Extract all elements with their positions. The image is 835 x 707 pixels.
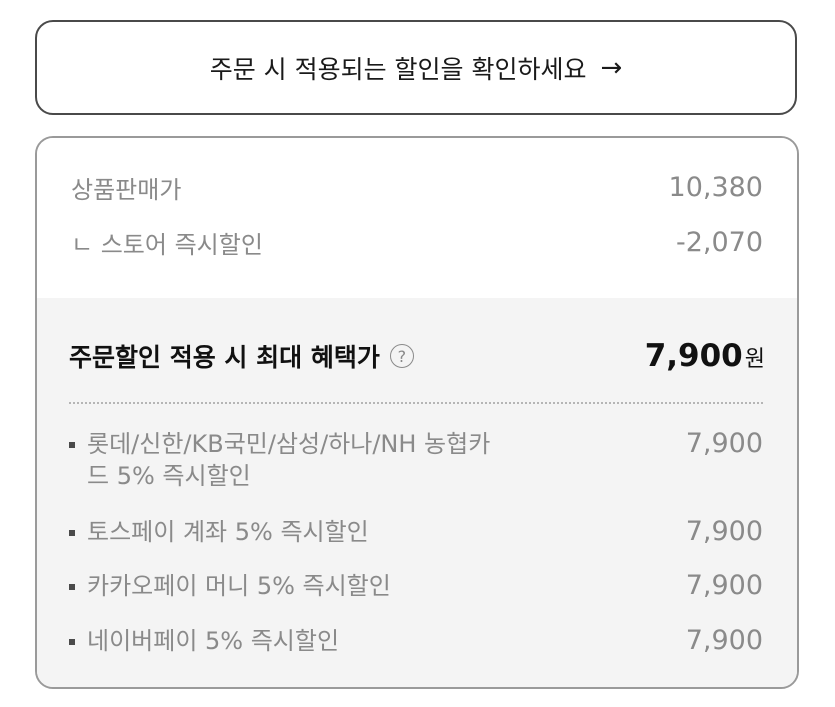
discount-amount: 7,900 bbox=[685, 625, 763, 656]
discount-name: 네이버페이 5% 즉시할인 bbox=[87, 627, 340, 655]
bullet-icon bbox=[69, 639, 75, 645]
max-benefit-value: 7,900 원 bbox=[645, 338, 765, 374]
product-price-row: 상품판매가 10,380 bbox=[71, 170, 763, 205]
help-icon[interactable]: ? bbox=[389, 344, 414, 368]
max-benefit-label: 주문할인 적용 시 최대 혜택가 bbox=[69, 343, 380, 372]
discount-name: 카카오페이 머니 5% 즉시할인 bbox=[87, 572, 391, 600]
discount-name: 롯데/신한/KB국민/삼성/하나/NH 농협카드 5% 즉시할인 bbox=[87, 430, 491, 490]
discount-amount: 7,900 bbox=[685, 516, 763, 547]
max-benefit-section: 주문할인 적용 시 최대 혜택가 ? 7,900 원 롯데/신한/KB국민/삼성… bbox=[37, 298, 797, 687]
price-summary-section: 상품판매가 10,380 ㄴ 스토어 즉시할인 -2,070 bbox=[37, 138, 797, 298]
product-price-value: 10,380 bbox=[668, 172, 763, 203]
confirm-discount-button[interactable]: 주문 시 적용되는 할인을 확인하세요 → bbox=[35, 20, 797, 115]
confirm-discount-label: 주문 시 적용되는 할인을 확인하세요 bbox=[209, 54, 587, 84]
discount-item: 롯데/신한/KB국민/삼성/하나/NH 농협카드 5% 즉시할인 7,900 bbox=[69, 428, 763, 492]
max-benefit-heading: 주문할인 적용 시 최대 혜택가 ? bbox=[69, 338, 414, 374]
discount-name: 토스페이 계좌 5% 즉시할인 bbox=[87, 518, 369, 546]
discount-amount: 7,900 bbox=[685, 570, 763, 601]
bullet-icon bbox=[69, 530, 75, 536]
store-discount-row: ㄴ 스토어 즉시할인 -2,070 bbox=[71, 225, 763, 260]
arrow-right-icon: → bbox=[600, 52, 623, 83]
price-detail-panel: 상품판매가 10,380 ㄴ 스토어 즉시할인 -2,070 주문할인 적용 시… bbox=[35, 136, 799, 689]
max-benefit-price: 7,900 bbox=[644, 338, 743, 374]
discount-item: 카카오페이 머니 5% 즉시할인 7,900 bbox=[69, 570, 763, 602]
dotted-divider bbox=[69, 402, 763, 404]
bullet-icon bbox=[69, 442, 75, 448]
max-benefit-row: 주문할인 적용 시 최대 혜택가 ? 7,900 원 bbox=[69, 338, 765, 374]
discount-item: 네이버페이 5% 즉시할인 7,900 bbox=[69, 625, 763, 657]
store-discount-label: ㄴ 스토어 즉시할인 bbox=[71, 231, 263, 259]
discount-amount: 7,900 bbox=[685, 428, 763, 459]
bullet-icon bbox=[69, 584, 75, 590]
product-price-label: 상품판매가 bbox=[71, 176, 182, 204]
discount-item: 토스페이 계좌 5% 즉시할인 7,900 bbox=[69, 516, 763, 548]
max-benefit-unit: 원 bbox=[744, 347, 765, 372]
store-discount-value: -2,070 bbox=[675, 227, 763, 258]
